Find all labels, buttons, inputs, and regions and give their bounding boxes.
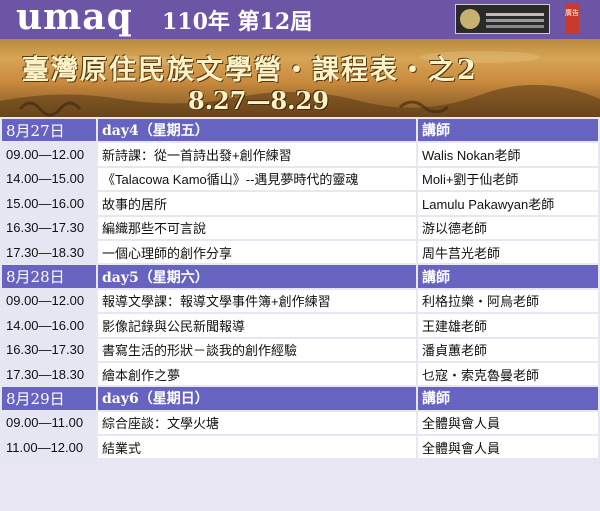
- umaq-logo: umaq: [16, 0, 133, 38]
- session-time: 09.00—12.00: [2, 143, 96, 166]
- session-time: 14.00—16.00: [2, 314, 96, 337]
- footer-space: [0, 475, 600, 511]
- session-time: 11.00—12.00: [2, 436, 96, 459]
- session-time: 17.30—18.30: [2, 362, 96, 386]
- session-teacher: 利格拉樂・阿烏老師: [418, 289, 598, 313]
- session-course: 結業式: [98, 436, 416, 459]
- session-course: 《Talacowa Kamo循山》--遇見夢時代的靈魂: [98, 167, 416, 191]
- header-banner: umaq 110年 第12屆 廣告 臺灣原住民族文學營・課程表・之2 8.27—…: [0, 0, 600, 117]
- session-course: 繪本創作之夢: [98, 362, 416, 386]
- session-teacher: 乜寇・索克魯曼老師: [418, 362, 598, 386]
- session-row: 09.00—12.00 新詩課：從一首詩出發+創作練習 Walis Nokan老…: [2, 143, 598, 166]
- instructor-header: 講師: [418, 119, 598, 142]
- session-row: 17.30—18.30 一個心理師的創作分享 周牛莒光老師: [2, 240, 598, 264]
- page-title: 臺灣原住民族文學營・課程表・之2: [22, 55, 478, 86]
- ad-tag: 廣告: [565, 4, 579, 34]
- session-row: 16.30—17.30 編織那些不可言說 游以德老師: [2, 216, 598, 239]
- session-teacher: Moli+劉于仙老師: [418, 167, 598, 191]
- session-course: 故事的居所: [98, 192, 416, 215]
- session-time: 16.30—17.30: [2, 216, 96, 239]
- session-row: 16.30—17.30 書寫生活的形狀－談我的創作經驗 潘貞蕙老師: [2, 338, 598, 361]
- session-teacher: Walis Nokan老師: [418, 143, 598, 166]
- day-header-row: 8月28日 day5（星期六） 講師: [2, 265, 598, 288]
- session-course: 新詩課：從一首詩出發+創作練習: [98, 143, 416, 166]
- session-course: 報導文學課：報導文學事件簿+創作練習: [98, 289, 416, 313]
- session-time: 16.30—17.30: [2, 338, 96, 361]
- day-date: 8月27日: [2, 119, 96, 142]
- session-time: 17.30—18.30: [2, 240, 96, 264]
- session-time: 09.00—11.00: [2, 411, 96, 435]
- day-date: 8月29日: [2, 387, 96, 410]
- session-teacher: 周牛莒光老師: [418, 240, 598, 264]
- session-row: 09.00—12.00 報導文學課：報導文學事件簿+創作練習 利格拉樂・阿烏老師: [2, 289, 598, 313]
- session-course: 書寫生活的形狀－談我的創作經驗: [98, 338, 416, 361]
- session-teacher: 潘貞蕙老師: [418, 338, 598, 361]
- day-label: day4（星期五）: [98, 119, 416, 142]
- day-header-row: 8月29日 day6（星期日） 講師: [2, 387, 598, 410]
- edition-label: 110年 第12屆: [162, 9, 313, 35]
- day-date: 8月28日: [2, 265, 96, 288]
- session-course: 綜合座談：文學火塘: [98, 411, 416, 435]
- instructor-header: 講師: [418, 387, 598, 410]
- day-label: day6（星期日）: [98, 387, 416, 410]
- date-range: 8.27—8.29: [188, 86, 329, 115]
- session-row: 09.00—11.00 綜合座談：文學火塘 全體與會人員: [2, 411, 598, 435]
- session-teacher: 游以德老師: [418, 216, 598, 239]
- day-label: day5（星期六）: [98, 265, 416, 288]
- session-time: 09.00—12.00: [2, 289, 96, 313]
- session-row: 15.00—16.00 故事的居所 Lamulu Pakawyan老師: [2, 192, 598, 215]
- session-teacher: Lamulu Pakawyan老師: [418, 192, 598, 215]
- session-course: 影像記錄與公民新聞報導: [98, 314, 416, 337]
- session-course: 一個心理師的創作分享: [98, 240, 416, 264]
- session-teacher: 王建雄老師: [418, 314, 598, 337]
- session-row: 14.00—16.00 影像記錄與公民新聞報導 王建雄老師: [2, 314, 598, 337]
- sponsor-badge: [455, 4, 550, 34]
- session-teacher: 全體與會人員: [418, 436, 598, 459]
- session-time: 14.00—15.00: [2, 167, 96, 191]
- schedule-table: 8月27日 day4（星期五） 講師 09.00—12.00 新詩課：從一首詩出…: [0, 117, 600, 460]
- day-header-row: 8月27日 day4（星期五） 講師: [2, 119, 598, 142]
- session-row: 14.00—15.00 《Talacowa Kamo循山》--遇見夢時代的靈魂 …: [2, 167, 598, 191]
- instructor-header: 講師: [418, 265, 598, 288]
- session-time: 15.00—16.00: [2, 192, 96, 215]
- session-row: 11.00—12.00 結業式 全體與會人員: [2, 436, 598, 459]
- session-course: 編織那些不可言說: [98, 216, 416, 239]
- session-row: 17.30—18.30 繪本創作之夢 乜寇・索克魯曼老師: [2, 362, 598, 386]
- session-teacher: 全體與會人員: [418, 411, 598, 435]
